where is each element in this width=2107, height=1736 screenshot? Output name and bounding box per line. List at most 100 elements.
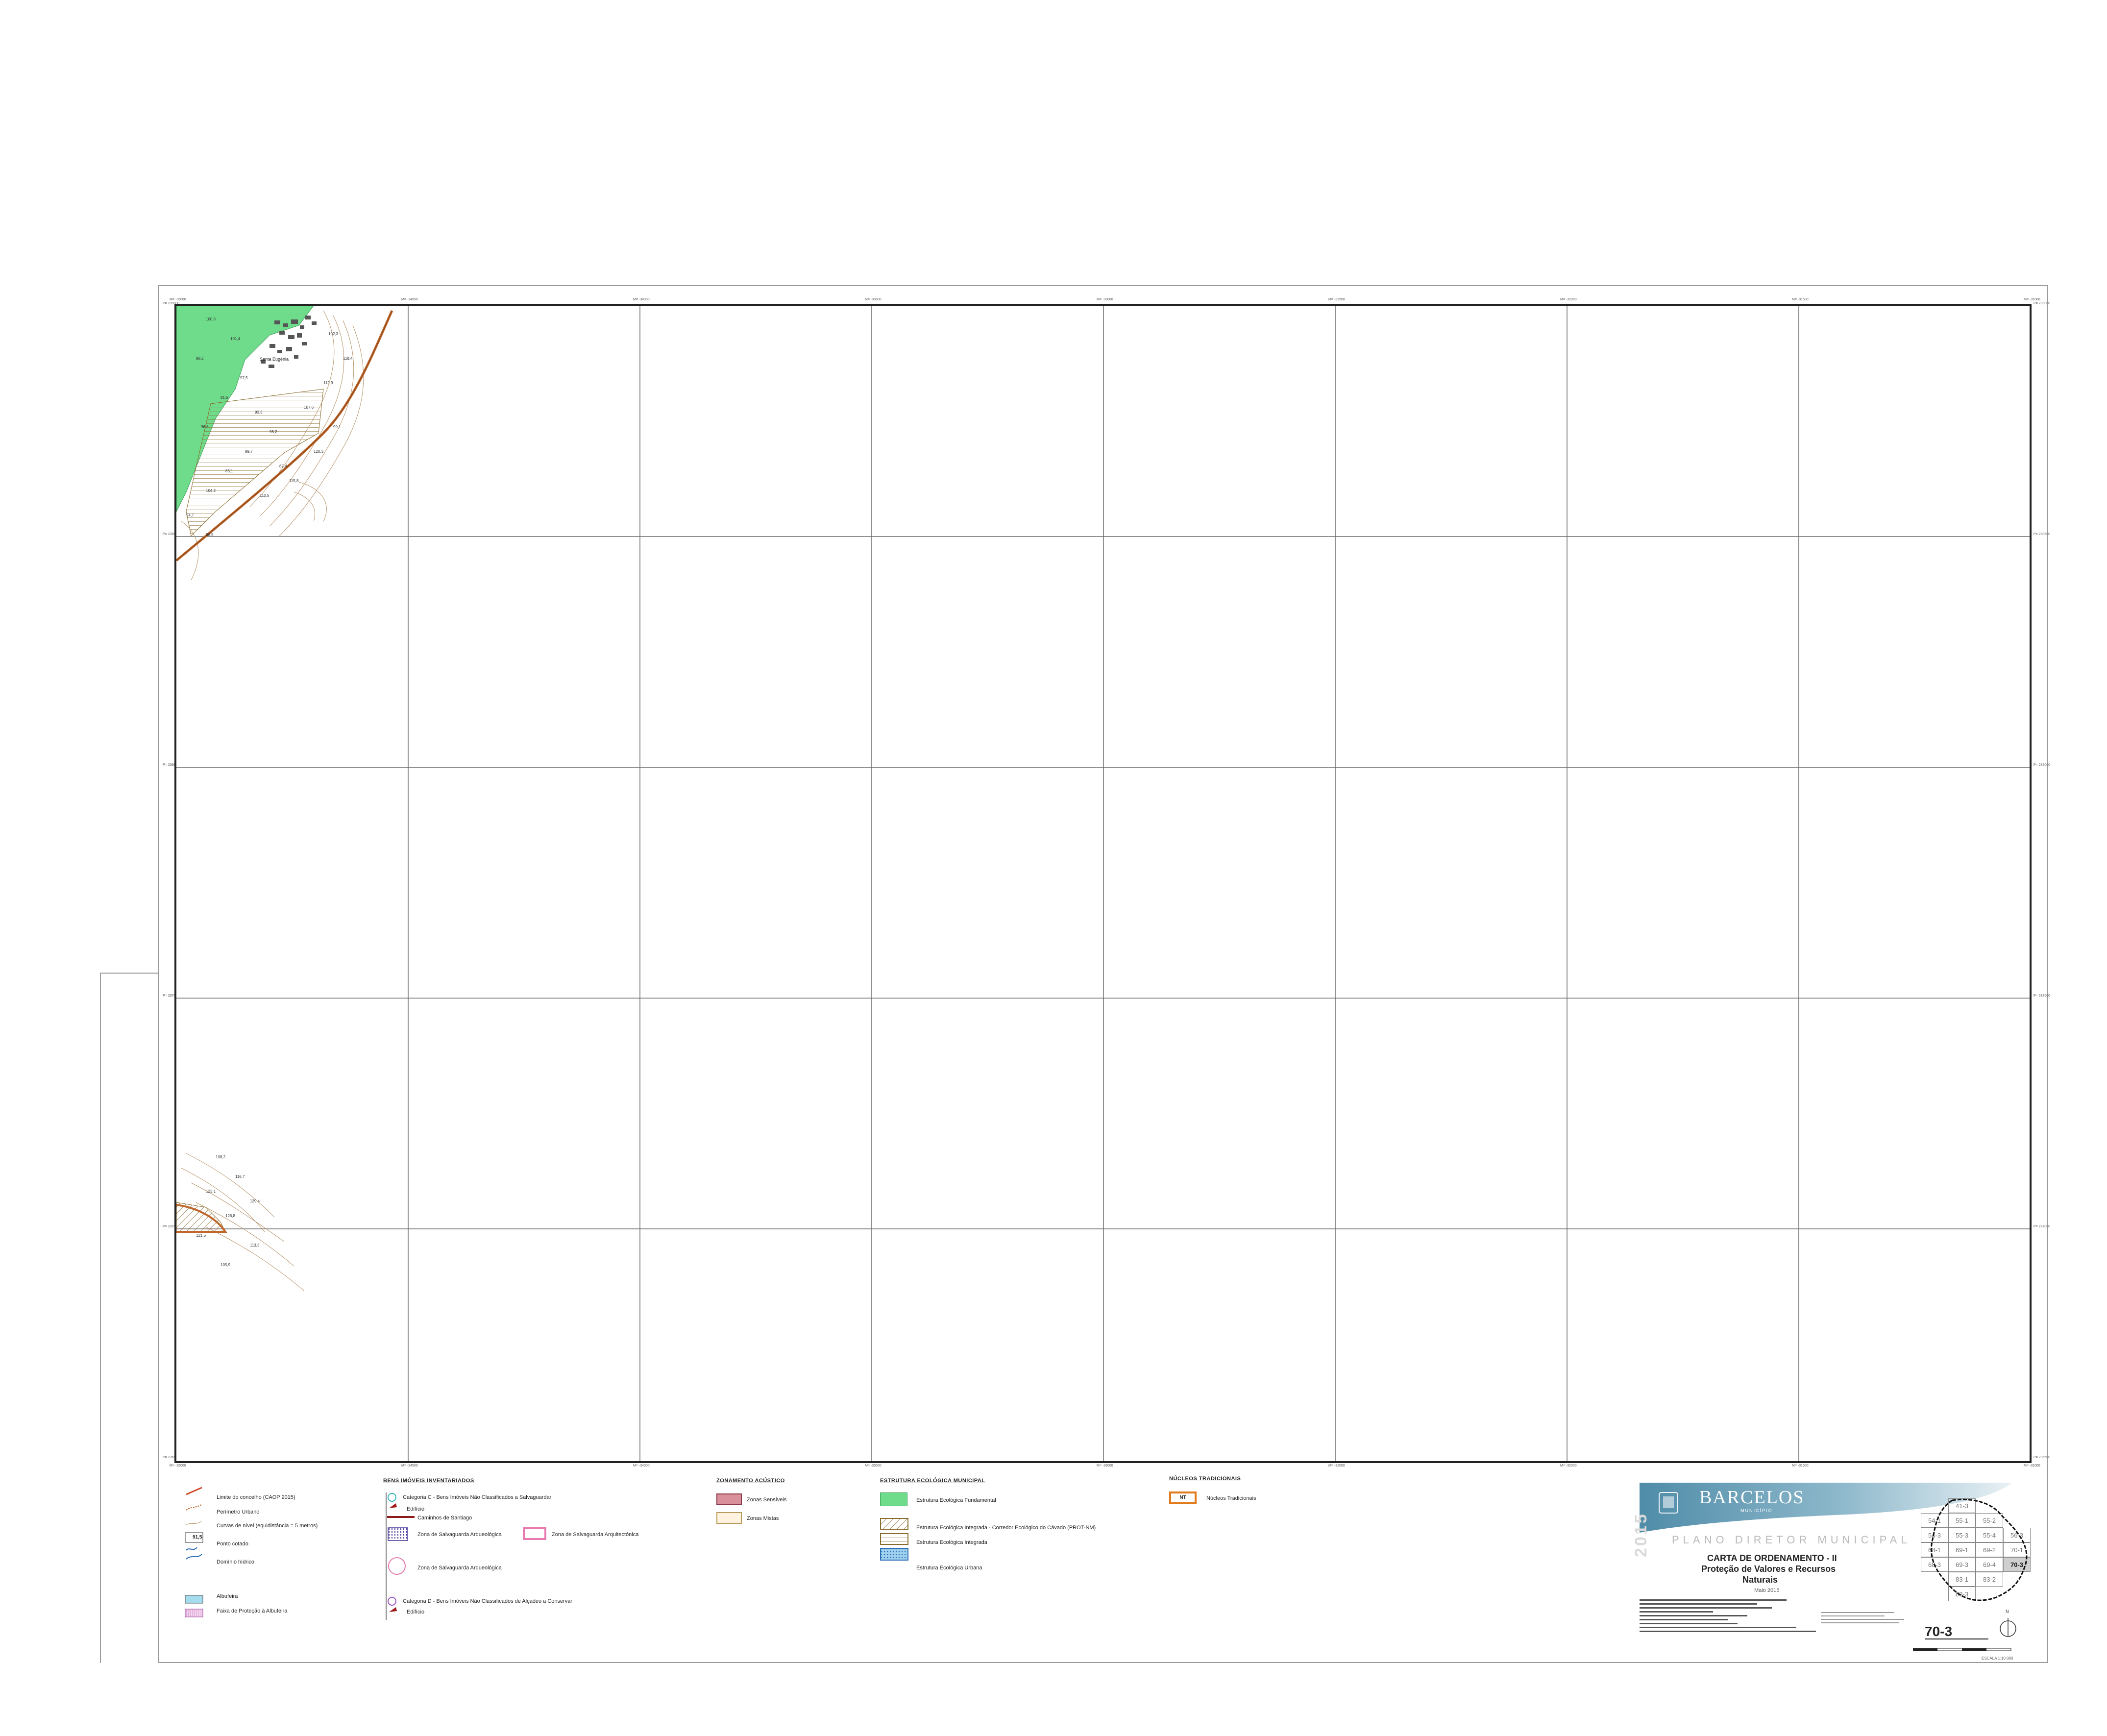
legend-eco-corridor: Estrutura Ecológica Integrada - Corredor… <box>916 1525 1096 1531</box>
elevation-label: 118,4 <box>343 356 353 361</box>
elevation-label: 104,2 <box>206 489 216 493</box>
scale-bar <box>1913 1648 2011 1651</box>
bottom-coord-label: M= -33500 <box>865 1464 882 1467</box>
legend-reservoir: Albufeira <box>217 1593 238 1599</box>
top-coord-label: M= -31000 <box>2024 298 2040 301</box>
legend-sensitive-zones: Zonas Sensíveis <box>747 1497 787 1503</box>
elevation-label: 98,2 <box>196 356 204 361</box>
plan-title: PLANO DIRETOR MUNICIPAL <box>1672 1534 1911 1546</box>
elevation-label: 96,8 <box>201 425 209 429</box>
legend-col2-swatches <box>386 1492 415 1620</box>
right-coord-label: P= 237000 <box>2034 1225 2051 1228</box>
right-coord-label: P= 238500 <box>2034 533 2051 536</box>
elevation-label: 112,9 <box>323 381 333 385</box>
right-coord-label: P= 238000 <box>2034 763 2051 767</box>
legend-municipal-limit: Limite do concelho (CAOP 2015) <box>217 1494 295 1500</box>
elevation-label: 121,5 <box>196 1233 206 1238</box>
sheet-number-underline <box>1925 1638 1988 1639</box>
map-date: Maio 2015 <box>1754 1588 1780 1593</box>
credits-small-print <box>1640 1599 1816 1632</box>
top-coord-label: M= -33500 <box>865 298 882 301</box>
map-canvas[interactable]: 100,6 101,4 98,2 97,5 91,5 93,3 96,8 95,2 89,7 87… <box>176 306 2030 1461</box>
legend-col4-swatches <box>880 1518 908 1561</box>
elevation-label: 115,8 <box>289 479 299 483</box>
legend-eco-fundamental-swatch <box>880 1492 907 1506</box>
bottom-coord-label: M= -31000 <box>2024 1464 2040 1467</box>
brand-subtitle: MUNICÍPIO <box>1740 1508 1773 1513</box>
legend-mixed-zones: Zonas Mistas <box>747 1516 779 1521</box>
top-coord-label: M= -31500 <box>1792 298 1809 301</box>
right-coord-label: P= 236500 <box>2034 1456 2051 1459</box>
map-frame[interactable]: 100,6 101,4 98,2 97,5 91,5 93,3 96,8 95,2 89,7 87… <box>174 304 2032 1463</box>
elevation-label: 93,3 <box>255 410 263 415</box>
legend-archaeological-zone-2: Zona de Salvaguarda Arqueológica <box>417 1565 502 1571</box>
elevation-label: 99,1 <box>333 425 341 429</box>
legend-eco-integrated: Estrutura Ecológica Integrada <box>916 1540 987 1545</box>
elevation-label: 94,7 <box>186 513 194 517</box>
legend-category-d: Categoria D - Bens Imóveis Não Classific… <box>403 1598 573 1604</box>
legend-architectural-zone-swatch <box>523 1527 546 1540</box>
elevation-label: 108,2 <box>216 1155 226 1159</box>
bottom-coord-label: M= -35000 <box>170 1464 186 1467</box>
north-label: N <box>2006 1609 2009 1614</box>
projection-small-print <box>1821 1612 1904 1623</box>
top-coord-label: M= -34500 <box>401 298 418 301</box>
bottom-coord-label: M= -32500 <box>1328 1464 1345 1467</box>
place-label: Santa Eugénia <box>260 357 289 362</box>
brand-name: BARCELOS <box>1699 1487 1805 1508</box>
bottom-coord-label: M= -32000 <box>1560 1464 1577 1467</box>
elevation-label: 113,3 <box>250 1243 260 1247</box>
elevation-label: 91,5 <box>220 395 228 400</box>
scale-text: ESCALA 1:10 000 <box>1982 1656 2013 1661</box>
fold-strip <box>100 973 158 1663</box>
legend-col1-swatches <box>185 1487 203 1617</box>
legend-heritage-heading: BENS IMÓVEIS INVENTARIADOS <box>383 1478 474 1484</box>
elevation-label: 85,1 <box>225 469 233 473</box>
elevation-label: 116,7 <box>235 1174 245 1179</box>
legend-acoustic-heading: ZONAMENTO ACÚSTICO <box>716 1478 785 1484</box>
legend-building-2: Edifício <box>407 1609 425 1615</box>
elevation-label: 89,7 <box>245 449 253 454</box>
legend-urban-perimeter: Perímetro Urbano <box>217 1509 260 1515</box>
elevation-label: 107,6 <box>304 405 314 410</box>
map-title-line3: Naturais <box>1742 1575 1778 1585</box>
north-arrow-icon <box>2000 1618 2016 1637</box>
elevation-label: 110,5 <box>260 493 270 498</box>
plan-year: 2015 <box>1632 1512 1650 1557</box>
legend-mixed-swatch <box>716 1512 742 1524</box>
elevation-label: 129,4 <box>250 1199 260 1203</box>
top-coord-label: M= -34000 <box>633 298 650 301</box>
municipality-outline <box>1930 1498 2028 1601</box>
elevation-label: 120,3 <box>314 449 324 454</box>
bottom-coord-label: M= -34500 <box>401 1464 418 1467</box>
legend-spot-height-sample: 91,5 <box>193 1535 202 1540</box>
elevation-label: 86,5 <box>206 533 214 537</box>
legend-architectural-zone: Zona de Salvaguarda Arquitectónica <box>552 1532 639 1538</box>
map-title-line2: Proteção de Valores e Recursos <box>1701 1564 1836 1574</box>
legend-traditional-nuclei: Núcleos Tradicionais <box>1206 1495 1256 1501</box>
elevation-label: 126,8 <box>225 1214 236 1218</box>
elevation-label: 100,6 <box>206 317 216 321</box>
bottom-coord-label: M= -31500 <box>1792 1464 1809 1467</box>
elevation-label: 87,4 <box>279 464 287 468</box>
legend-traditional-swatch: NT <box>1169 1491 1197 1504</box>
legend-archaeological-zone: Zona de Salvaguarda Arqueológica <box>417 1532 502 1538</box>
elevation-label: 101,4 <box>230 337 241 341</box>
elevation-label: 102,3 <box>328 332 339 336</box>
legend-eco-urban: Estrutura Ecológica Urbana <box>916 1565 982 1571</box>
coordinate-grid <box>176 306 2030 1461</box>
legend-reservoir-protection: Faixa de Proteção à Albufeira <box>217 1608 288 1614</box>
elevation-label: 105,9 <box>220 1263 231 1267</box>
legend-sensitive-swatch <box>716 1493 742 1505</box>
legend-water-domain: Domínio hídrico <box>217 1559 255 1565</box>
legend-ecological-heading: ESTRUTURA ECOLÓGICA MUNICIPAL <box>880 1478 985 1484</box>
right-coord-label: P= 239000 <box>2034 302 2051 305</box>
right-coord-label: P= 237500 <box>2034 994 2051 998</box>
top-coord-label: M= -32000 <box>1560 298 1577 301</box>
legend-spot-height: Ponto cotado <box>217 1541 248 1547</box>
bottom-coord-label: M= -34000 <box>633 1464 650 1467</box>
sheet-number: 70-3 <box>1925 1624 1953 1639</box>
elevation-label: 97,5 <box>240 376 248 380</box>
legend-category-c: Categoria C - Bens Imóveis Não Classific… <box>403 1494 552 1500</box>
top-coord-label: M= -33000 <box>1097 298 1113 301</box>
